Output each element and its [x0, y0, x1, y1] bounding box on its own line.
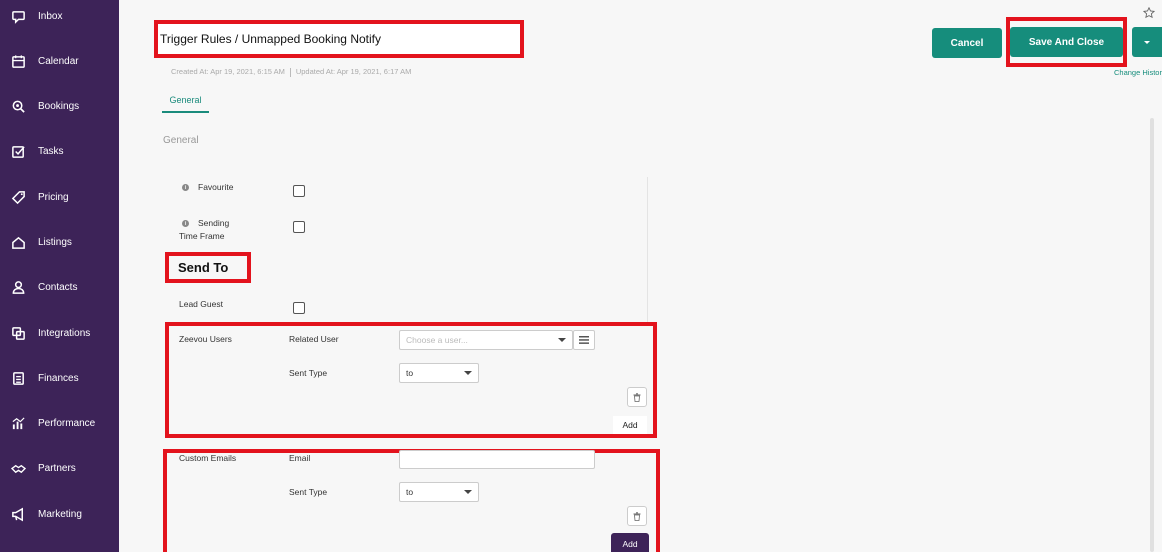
sidebar-item-integrations[interactable]: Integrations	[0, 313, 119, 353]
sidebar-item-label: Listings	[38, 236, 72, 248]
custom-emails-label: Custom Emails	[179, 453, 237, 463]
sidebar-item-label: Finances	[38, 372, 79, 384]
marketing-megaphone-icon	[10, 506, 26, 522]
main-content: Trigger Rules / Unmapped Booking Notify …	[119, 0, 1162, 552]
sending-time-frame-label-line2: Time Frame	[179, 231, 225, 241]
sent-type-value: to	[406, 368, 414, 378]
inbox-icon	[10, 8, 26, 24]
sidebar-item-inbox[interactable]: Inbox	[0, 0, 119, 36]
section-title-general: General	[163, 135, 199, 146]
trash-icon	[633, 511, 641, 521]
favourite-checkbox[interactable]	[293, 185, 305, 197]
listings-home-icon	[10, 234, 26, 250]
related-user-label: Related User	[289, 334, 339, 344]
page-title: Trigger Rules / Unmapped Booking Notify	[160, 32, 381, 46]
cancel-button[interactable]: Cancel	[932, 28, 1002, 58]
email-field[interactable]	[399, 450, 595, 469]
sidebar-item-contacts[interactable]: Contacts	[0, 267, 119, 307]
finances-icon	[10, 370, 26, 386]
sidebar-item-listings[interactable]: Listings	[0, 222, 119, 262]
related-user-placeholder: Choose a user...	[406, 335, 468, 345]
timestamps: Created At: Apr 19, 2021, 6:15 AM Updated…	[171, 67, 411, 77]
user-list-menu-button[interactable]	[573, 330, 595, 350]
sidebar-item-label: Pricing	[38, 191, 69, 203]
lead-guest-label: Lead Guest	[179, 299, 223, 309]
chevron-down-icon	[464, 371, 472, 375]
performance-chart-icon	[10, 415, 26, 431]
sent-type-select[interactable]: to	[399, 363, 479, 383]
sidebar-item-marketing[interactable]: Marketing	[0, 494, 119, 534]
sent-type-label: Sent Type	[289, 368, 328, 378]
caret-down-icon	[1144, 40, 1150, 44]
delete-row-button[interactable]	[627, 387, 647, 407]
sent-type-label: Sent Type	[289, 487, 328, 497]
sidebar-item-bookings[interactable]: Bookings	[0, 86, 119, 126]
sidebar-item-label: Integrations	[38, 327, 91, 339]
change-history-link[interactable]: Change History	[1114, 68, 1162, 77]
partners-handshake-icon	[10, 460, 26, 476]
sidebar-item-label: Partners	[38, 462, 76, 474]
add-custom-email-button[interactable]: Add	[611, 533, 649, 552]
send-to-heading: Send To	[178, 260, 229, 275]
info-icon: i	[182, 220, 189, 227]
divider	[289, 67, 291, 77]
add-zeevou-user-button[interactable]: Add	[613, 416, 647, 434]
email-sent-type-select[interactable]: to	[399, 482, 479, 502]
highlight-box-save	[1006, 17, 1127, 67]
favourite-label: Favourite	[198, 182, 234, 192]
page-title-box: Trigger Rules / Unmapped Booking Notify	[154, 20, 524, 58]
sidebar-item-finances[interactable]: Finances	[0, 358, 119, 398]
sidebar-item-tasks[interactable]: Tasks	[0, 131, 119, 171]
sidebar-item-label: Calendar	[38, 55, 79, 67]
sending-time-frame-checkbox[interactable]	[293, 221, 305, 233]
created-at: Created At: Apr 19, 2021, 6:15 AM	[171, 67, 285, 76]
sidebar-item-label: Bookings	[38, 100, 80, 112]
info-icon: i	[182, 184, 189, 191]
sidebar-item-partners[interactable]: Partners	[0, 448, 119, 488]
list-icon	[579, 336, 589, 344]
trash-icon	[633, 392, 641, 402]
email-label: Email	[289, 453, 311, 463]
sidebar-item-pricing[interactable]: Pricing	[0, 177, 119, 217]
updated-at: Updated At: Apr 19, 2021, 6:17 AM	[295, 67, 412, 76]
sidebar-item-label: Marketing	[38, 508, 82, 520]
sidebar-item-calendar[interactable]: Calendar	[0, 41, 119, 81]
calendar-icon	[10, 53, 26, 69]
sidebar-item-label: Contacts	[38, 281, 78, 293]
chevron-down-icon	[558, 338, 566, 342]
sidebar-item-label: Inbox	[38, 10, 63, 22]
related-user-select[interactable]: Choose a user...	[399, 330, 573, 350]
divider	[647, 177, 648, 322]
chevron-down-icon	[464, 490, 472, 494]
tasks-icon	[10, 143, 26, 159]
sidebar-item-label: Performance	[38, 417, 96, 429]
delete-email-row-button[interactable]	[627, 506, 647, 526]
lead-guest-checkbox[interactable]	[293, 302, 305, 314]
contacts-person-icon	[10, 279, 26, 295]
integrations-icon	[10, 325, 26, 341]
sent-type-value: to	[406, 487, 414, 497]
save-options-dropdown-button[interactable]	[1132, 27, 1162, 57]
favorite-star-icon[interactable]	[1143, 7, 1155, 19]
tab-general[interactable]: General	[162, 95, 209, 113]
sending-time-frame-label: Sending	[198, 218, 230, 228]
sidebar-item-label: Tasks	[38, 145, 64, 157]
zeevou-users-label: Zeevou Users	[179, 334, 232, 344]
scrollbar[interactable]	[1150, 118, 1154, 552]
pricing-tag-icon	[10, 189, 26, 205]
sidebar-item-performance[interactable]: Performance	[0, 403, 119, 443]
bookings-icon	[10, 98, 26, 114]
sidebar: Inbox Calendar Bookings Tasks Pricing Li…	[0, 0, 119, 552]
